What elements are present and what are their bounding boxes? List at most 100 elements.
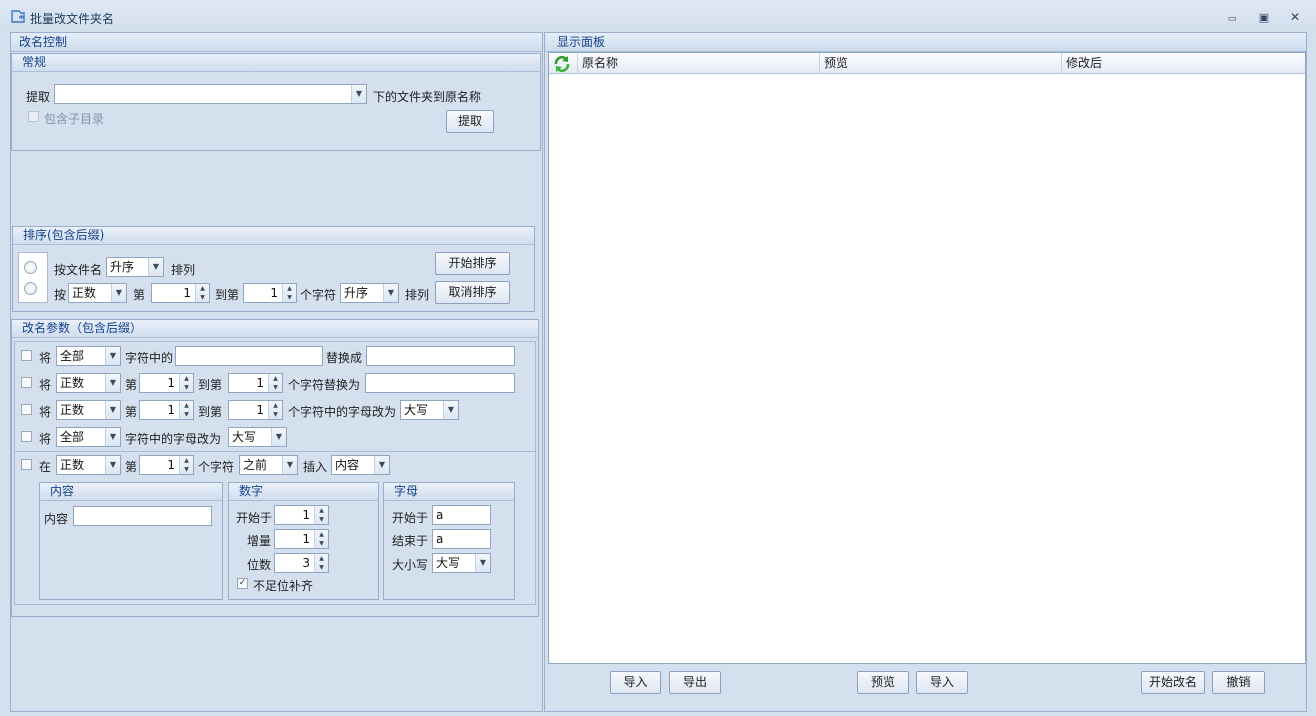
import-button-1[interactable]: 导入 — [610, 671, 661, 694]
chevron-down-icon[interactable]: ▼ — [374, 456, 389, 474]
maximize-icon: ▣ — [1258, 11, 1270, 24]
sort-order-1-value: 升序 — [110, 260, 135, 274]
spinner-arrows-icon[interactable]: ▲ ▼ — [268, 374, 282, 392]
chevron-down-icon[interactable]: ▼ — [282, 456, 297, 474]
arrange-label-2: 排列 — [405, 288, 430, 302]
folder-path-combo[interactable]: ▼ — [54, 84, 367, 104]
sort-by-name-radio[interactable] — [24, 261, 37, 274]
chevron-down-icon[interactable]: ▼ — [383, 284, 398, 302]
sort-from-spinner[interactable]: 1 ▲ ▼ — [151, 283, 210, 303]
sort-order-combo-1[interactable]: 升序 ▼ — [106, 257, 164, 277]
spinner-arrows-icon[interactable]: ▲ ▼ — [314, 530, 328, 548]
sort-by-chars-radio[interactable] — [24, 282, 37, 295]
file-grid[interactable]: 原名称 预览 修改后 — [548, 52, 1306, 664]
content-title: 内容 — [40, 483, 222, 501]
chevron-down-icon[interactable]: ▼ — [105, 374, 120, 392]
number-start-label: 开始于 — [236, 511, 273, 525]
sort-order-combo-2[interactable]: 升序 ▼ — [340, 283, 399, 303]
display-panel-title: 显示面板 — [545, 33, 1306, 52]
chevron-down-icon[interactable]: ▼ — [105, 401, 120, 419]
spinner-arrows-icon[interactable]: ▲ ▼ — [282, 284, 296, 302]
spinner-arrows-icon[interactable]: ▲ ▼ — [314, 506, 328, 524]
pad-zeros-checkbox[interactable]: ✓ — [237, 578, 248, 589]
letter-case-label: 大小写 — [392, 558, 429, 572]
rule-1-find-input[interactable] — [175, 346, 323, 366]
sort-radio-box — [18, 252, 48, 303]
preview-button[interactable]: 预览 — [857, 671, 909, 694]
rule-2-value-input[interactable] — [365, 373, 515, 393]
number-digits-spinner[interactable]: 3 ▲ ▼ — [274, 553, 329, 573]
spinner-arrows-icon[interactable]: ▲ ▼ — [195, 284, 209, 302]
number-digits-label: 位数 — [247, 558, 272, 572]
maximize-button[interactable]: ▣ — [1257, 10, 1271, 24]
undo-button[interactable]: 撤销 — [1212, 671, 1265, 694]
chevron-down-icon[interactable]: ▼ — [351, 85, 366, 103]
to-nth-label: 到第 — [215, 288, 240, 302]
cancel-sort-button[interactable]: 取消排序 — [435, 281, 510, 304]
spinner-arrows-icon[interactable]: ▲ ▼ — [179, 374, 193, 392]
sort-direction-combo[interactable]: 正数 ▼ — [68, 283, 127, 303]
rule-3-direction-combo[interactable]: 正数 ▼ — [56, 400, 121, 420]
chevron-down-icon[interactable]: ▼ — [111, 284, 126, 302]
column-modified[interactable]: 修改后 — [1062, 53, 1305, 73]
chevron-down-icon[interactable]: ▼ — [271, 428, 286, 446]
spinner-arrows-icon[interactable]: ▲ ▼ — [314, 554, 328, 572]
spinner-arrows-icon[interactable]: ▲ ▼ — [179, 456, 193, 474]
rule-4-case-combo[interactable]: 大写 ▼ — [228, 427, 287, 447]
export-button[interactable]: 导出 — [669, 671, 721, 694]
start-rename-button[interactable]: 开始改名 — [1141, 671, 1205, 694]
content-group: 内容 — [39, 482, 223, 600]
rule-3-to-value: 1 — [256, 403, 264, 417]
chevron-down-icon[interactable]: ▼ — [443, 401, 458, 419]
rule-3-to-spinner[interactable]: 1 ▲ ▼ — [228, 400, 283, 420]
rule-4-scope-combo[interactable]: 全部 ▼ — [56, 427, 121, 447]
refresh-icon[interactable] — [553, 55, 571, 73]
start-sort-button[interactable]: 开始排序 — [435, 252, 510, 275]
chevron-down-icon[interactable]: ▼ — [105, 456, 120, 474]
chevron-down-icon[interactable]: ▼ — [105, 347, 120, 365]
rule-5-insert-type-value: 内容 — [335, 458, 360, 472]
rule-3-jiang-label: 将 — [39, 405, 52, 419]
extract-button[interactable]: 提取 — [446, 110, 494, 133]
chevron-down-icon[interactable]: ▼ — [475, 554, 490, 572]
spinner-arrows-icon[interactable]: ▲ ▼ — [179, 401, 193, 419]
close-button[interactable]: ✕ — [1288, 10, 1302, 24]
rule-2-to-spinner[interactable]: 1 ▲ ▼ — [228, 373, 283, 393]
rule-5-position-combo[interactable]: 之前 ▼ — [239, 455, 298, 475]
spinner-arrows-icon[interactable]: ▲ ▼ — [268, 401, 282, 419]
column-preview[interactable]: 预览 — [820, 53, 1062, 73]
rule-1-checkbox[interactable] — [21, 350, 32, 361]
rule-1-mid-label: 字符中的 — [125, 351, 174, 365]
content-input[interactable] — [73, 506, 212, 526]
rule-5-insert-type-combo[interactable]: 内容 ▼ — [331, 455, 390, 475]
rule-3-checkbox[interactable] — [21, 404, 32, 415]
rule-5-from-spinner[interactable]: 1 ▲ ▼ — [139, 455, 194, 475]
number-start-spinner[interactable]: 1 ▲ ▼ — [274, 505, 329, 525]
letter-case-combo[interactable]: 大写 ▼ — [432, 553, 491, 573]
rule-1-scope-combo[interactable]: 全部 ▼ — [56, 346, 121, 366]
include-subdirs-checkbox[interactable] — [28, 111, 39, 122]
rule-3-case-combo[interactable]: 大写 ▼ — [400, 400, 459, 420]
rule-2-checkbox[interactable] — [21, 377, 32, 388]
letter-start-input[interactable]: a — [432, 505, 491, 525]
minimize-button[interactable]: ▭ — [1225, 10, 1239, 24]
rule-2-from-spinner[interactable]: 1 ▲ ▼ — [139, 373, 194, 393]
rule-2-label: 个字符替换为 — [288, 378, 361, 392]
number-step-spinner[interactable]: 1 ▲ ▼ — [274, 529, 329, 549]
rule-4-checkbox[interactable] — [21, 431, 32, 442]
minimize-icon: ▭ — [1227, 14, 1237, 24]
letter-end-input[interactable]: a — [432, 529, 491, 549]
chevron-down-icon[interactable]: ▼ — [148, 258, 163, 276]
chevron-down-icon[interactable]: ▼ — [105, 428, 120, 446]
rule-1-replace-input[interactable] — [366, 346, 515, 366]
rename-params-title: 改名参数（包含后缀） — [12, 320, 538, 338]
column-original-name[interactable]: 原名称 — [577, 53, 820, 73]
rule-5-checkbox[interactable] — [21, 459, 32, 470]
rule-3-from-spinner[interactable]: 1 ▲ ▼ — [139, 400, 194, 420]
import-button-2[interactable]: 导入 — [916, 671, 968, 694]
rule-2-from-value: 1 — [167, 376, 175, 390]
window-title: 批量改文件夹名 — [30, 12, 115, 26]
rule-5-direction-combo[interactable]: 正数 ▼ — [56, 455, 121, 475]
sort-to-spinner[interactable]: 1 ▲ ▼ — [243, 283, 297, 303]
rule-2-direction-combo[interactable]: 正数 ▼ — [56, 373, 121, 393]
